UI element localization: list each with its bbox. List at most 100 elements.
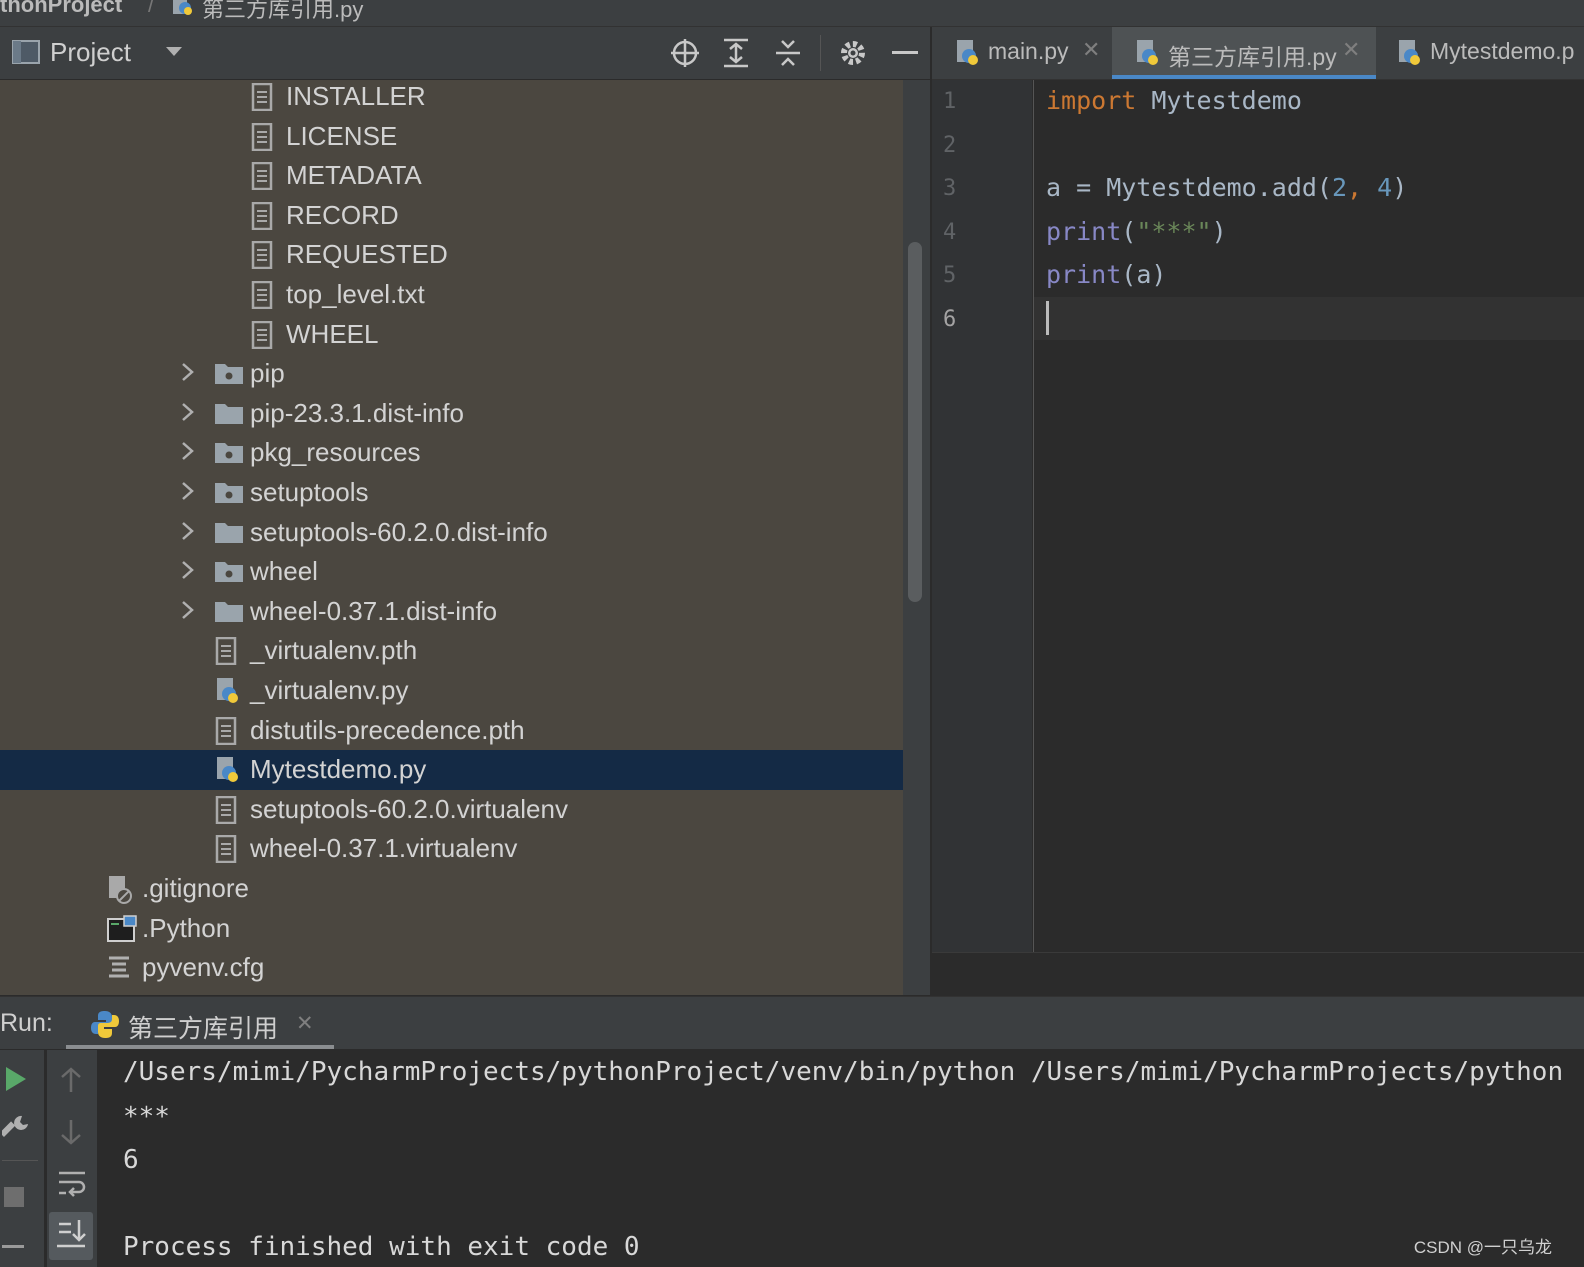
chevron-right-icon[interactable] xyxy=(180,360,196,390)
tab-label: Mytestdemo.p xyxy=(1430,38,1575,64)
console-line: *** xyxy=(123,1102,170,1132)
tree-item[interactable]: pip-23.3.1.dist-info xyxy=(0,394,903,434)
gear-icon[interactable] xyxy=(838,38,868,73)
project-panel-title[interactable]: Project xyxy=(50,37,131,68)
python-file-icon xyxy=(1396,39,1422,72)
tree-item[interactable]: wheel-0.37.1.virtualenv xyxy=(0,829,903,869)
current-line-highlight xyxy=(1034,297,1584,340)
chevron-down-icon[interactable] xyxy=(164,41,184,66)
tree-item[interactable]: WHEEL xyxy=(0,315,903,355)
chevron-right-icon[interactable] xyxy=(180,558,196,588)
breadcrumb-project[interactable]: thonProject xyxy=(0,0,122,18)
tree-item[interactable]: setuptools-60.2.0.dist-info xyxy=(0,513,903,553)
toolbar-divider xyxy=(2,1160,38,1161)
code-token: print xyxy=(1046,217,1122,246)
tree-item-label: REQUESTED xyxy=(286,239,448,270)
executable-icon xyxy=(106,914,137,943)
console-line: 6 xyxy=(123,1145,139,1175)
tree-item[interactable]: Mytestdemo.py xyxy=(0,750,903,791)
code-token: import xyxy=(1046,86,1137,115)
breadcrumb: thonProject / 第三方库引用.py xyxy=(0,0,1584,27)
code-token: a = Mytestdemo.add( xyxy=(1046,173,1332,202)
tree-item[interactable]: top_level.txt xyxy=(0,275,903,315)
tree-item[interactable]: INSTALLER xyxy=(0,80,903,117)
folder-icon xyxy=(214,400,243,428)
python-file-icon xyxy=(1134,39,1160,72)
tree-item-label: wheel-0.37.1.dist-info xyxy=(250,595,498,626)
line-number: 3 xyxy=(943,176,957,201)
minimize-icon[interactable] xyxy=(892,51,918,54)
tab-main-py[interactable]: main.py ✕ xyxy=(932,27,1110,79)
folder-icon xyxy=(214,519,243,547)
tree-item[interactable]: REQUESTED xyxy=(0,235,903,275)
tree-item[interactable]: pkg_resources xyxy=(0,433,903,473)
tree-scrollbar[interactable] xyxy=(908,242,922,602)
console-line: Process finished with exit code 0 xyxy=(123,1232,640,1262)
tree-item-label: LICENSE xyxy=(286,120,398,151)
tree-item-label: METADATA xyxy=(286,160,422,191)
breadcrumb-separator: / xyxy=(148,0,155,17)
run-tab[interactable]: 第三方库引用 ✕ xyxy=(66,997,334,1049)
tree-item[interactable]: pyvenv.cfg xyxy=(0,948,903,988)
code-token: ) xyxy=(1211,217,1227,246)
file-icon xyxy=(250,161,276,191)
tree-item[interactable]: _virtualenv.py xyxy=(0,671,903,711)
tree-item[interactable]: RECORD xyxy=(0,196,903,236)
tree-item-label: pyvenv.cfg xyxy=(142,952,265,983)
soft-wrap-icon[interactable] xyxy=(57,1168,87,1203)
expand-all-icon[interactable] xyxy=(722,37,750,74)
tab-mytestdemo[interactable]: Mytestdemo.p xyxy=(1378,27,1584,79)
python-file-icon xyxy=(214,756,240,784)
chevron-right-icon[interactable] xyxy=(180,598,196,628)
stop-icon[interactable] xyxy=(4,1187,24,1207)
tab-label: 第三方库引用.py xyxy=(1168,44,1337,70)
tree-item[interactable]: _virtualenv.pth xyxy=(0,631,903,671)
up-arrow-icon[interactable] xyxy=(59,1066,83,1099)
rerun-icon[interactable] xyxy=(4,1066,28,1097)
more-icon[interactable] xyxy=(2,1245,24,1248)
tree-item[interactable]: distutils-precedence.pth xyxy=(0,711,903,751)
package-folder-icon xyxy=(214,558,243,586)
collapse-all-icon[interactable] xyxy=(774,37,802,74)
tree-item-label: Mytestdemo.py xyxy=(250,754,427,785)
tab-third-party-import[interactable]: 第三方库引用.py ✕ xyxy=(1112,27,1376,79)
active-tab-indicator xyxy=(66,1045,334,1049)
close-icon[interactable]: ✕ xyxy=(1342,37,1360,63)
tree-item[interactable]: METADATA xyxy=(0,156,903,196)
chevron-right-icon[interactable] xyxy=(180,439,196,469)
line-number-gutter xyxy=(932,80,1032,952)
chevron-right-icon[interactable] xyxy=(180,519,196,549)
close-icon[interactable]: ✕ xyxy=(1082,37,1100,63)
close-icon[interactable]: ✕ xyxy=(296,1011,314,1036)
tree-item-label: setuptools-60.2.0.dist-info xyxy=(250,516,548,547)
line-number: 5 xyxy=(943,263,957,288)
run-panel: Run: 第三方库引用 ✕ /Users/mimi/PycharmProject… xyxy=(0,996,1584,1267)
text-caret xyxy=(1046,301,1049,335)
tree-item[interactable]: .gitignore xyxy=(0,869,903,909)
tree-item-label: wheel-0.37.1.virtualenv xyxy=(250,833,518,864)
file-icon xyxy=(214,835,240,864)
tree-item[interactable]: LICENSE xyxy=(0,117,903,157)
chevron-right-icon[interactable] xyxy=(180,479,196,509)
tree-item[interactable]: .Python xyxy=(0,909,903,949)
project-view-icon xyxy=(12,40,40,64)
wrench-icon[interactable] xyxy=(0,1114,30,1149)
active-tab-indicator xyxy=(1112,75,1376,79)
chevron-right-icon[interactable] xyxy=(180,400,196,430)
tree-item-label: INSTALLER xyxy=(286,81,426,111)
tree-item[interactable]: wheel-0.37.1.dist-info xyxy=(0,592,903,632)
tree-item[interactable]: wheel xyxy=(0,552,903,592)
code-editor[interactable] xyxy=(1034,80,1584,952)
breadcrumb-file[interactable]: 第三方库引用.py xyxy=(202,0,363,24)
code-line-1: import Mytestdemo xyxy=(1046,86,1302,115)
code-line-3: a = Mytestdemo.add(2, 4) xyxy=(1046,173,1407,202)
tab-label: main.py xyxy=(988,38,1069,64)
run-toolbar-right xyxy=(47,1050,97,1267)
tree-item[interactable]: setuptools xyxy=(0,473,903,513)
tree-item[interactable]: setuptools-60.2.0.virtualenv xyxy=(0,790,903,830)
down-arrow-icon[interactable] xyxy=(59,1118,83,1151)
scroll-to-end-button[interactable] xyxy=(49,1212,93,1260)
tree-item[interactable]: pip xyxy=(0,354,903,394)
locate-icon[interactable] xyxy=(670,38,700,73)
project-tree: INSTALLER LICENSE METADATA RECORD REQUESTED t… xyxy=(0,80,903,995)
